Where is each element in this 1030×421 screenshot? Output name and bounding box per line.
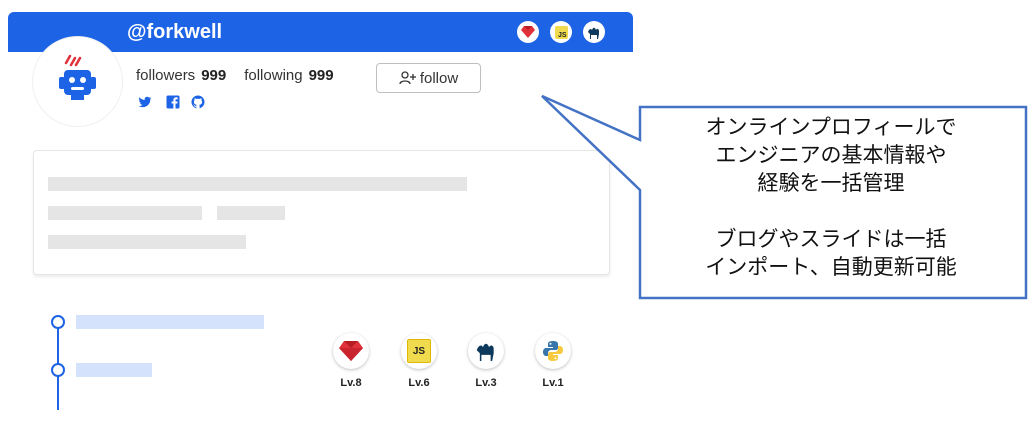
facebook-icon[interactable] <box>166 95 180 109</box>
profile-summary-card <box>33 150 610 275</box>
skill-level-label: Lv.1 <box>542 377 564 389</box>
callout-line: エンジニアの基本情報や <box>715 143 947 167</box>
skeleton-line <box>48 177 467 191</box>
js-badge-text: JS <box>407 339 431 363</box>
skeleton-line <box>217 206 285 220</box>
add-user-icon <box>399 71 416 85</box>
callout-line: インポート、自動更新可能 <box>705 255 957 279</box>
skeleton-line <box>48 235 246 249</box>
timeline-dot <box>51 363 65 377</box>
timeline-skeleton-line <box>76 315 264 329</box>
username[interactable]: @forkwell <box>127 19 222 45</box>
javascript-icon[interactable]: JS <box>401 333 437 369</box>
callout-text: オンラインプロフィールで エンジニアの基本情報や 経験を一括管理 ブログやスライ… <box>640 113 1022 281</box>
callout-line <box>640 197 1022 225</box>
ruby-icon <box>517 21 539 43</box>
callout-line: ブログやスライドは一括 <box>715 227 947 251</box>
skill-level-label: Lv.6 <box>408 377 430 389</box>
skill-level-label: Lv.8 <box>340 377 362 389</box>
followers-count[interactable]: 999 <box>201 67 226 84</box>
timeline-dot <box>51 315 65 329</box>
robot-logo-icon <box>59 54 96 100</box>
perl-camel-icon[interactable] <box>468 333 504 369</box>
ruby-icon[interactable] <box>333 333 369 369</box>
profile-stats: followers 999 following 999 <box>136 67 352 84</box>
perl-camel-icon <box>583 21 605 43</box>
twitter-icon[interactable] <box>138 95 152 109</box>
timeline-skeleton-line <box>76 363 152 377</box>
followers-label: followers <box>136 67 196 84</box>
follow-button-label: follow <box>419 69 459 87</box>
follow-button[interactable]: follow <box>376 63 481 93</box>
callout-line: オンラインプロフィールで <box>705 115 957 139</box>
skeleton-line <box>48 206 202 220</box>
python-icon[interactable] <box>535 333 571 369</box>
js-badge-text: JS <box>554 25 568 39</box>
javascript-icon: JS <box>550 21 572 43</box>
following-count[interactable]: 999 <box>309 67 334 84</box>
following-label: following <box>244 67 303 84</box>
skill-level-label: Lv.3 <box>475 377 497 389</box>
callout-line: 経験を一括管理 <box>757 171 905 195</box>
github-icon[interactable] <box>191 95 205 109</box>
avatar[interactable] <box>33 37 122 126</box>
